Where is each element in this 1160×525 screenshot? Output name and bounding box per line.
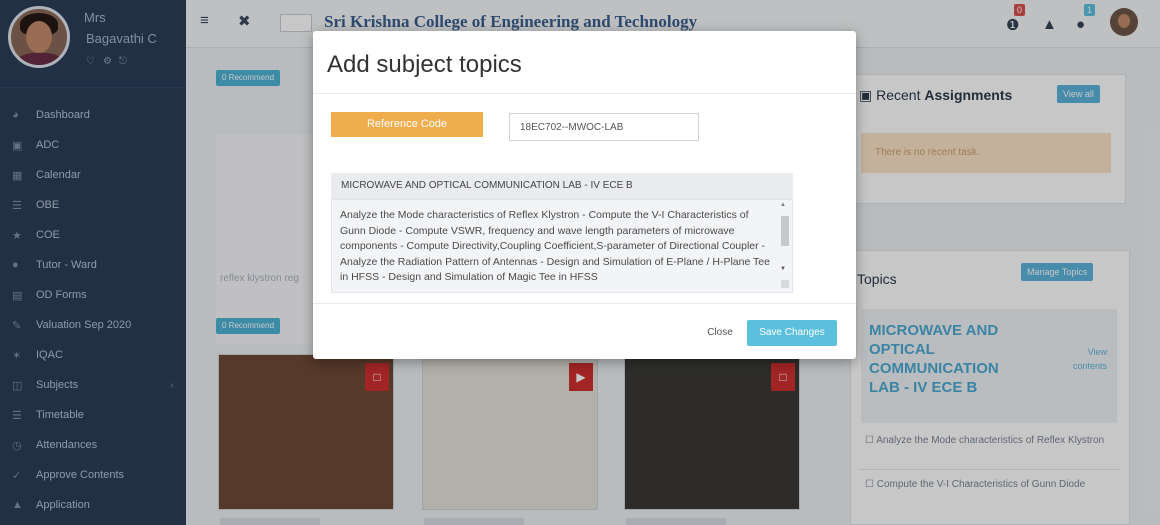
topics-textarea[interactable]: Analyze the Mode characteristics of Refl… <box>331 199 793 293</box>
reference-code-input[interactable] <box>509 113 699 141</box>
reference-code-label: Reference Code <box>331 112 483 137</box>
modal-title: Add subject topics <box>327 51 522 78</box>
topics-text: Analyze the Mode characteristics of Refl… <box>340 209 770 283</box>
scroll-down-icon[interactable]: ▼ <box>780 266 786 272</box>
textarea-scrollbar[interactable]: ▲ ▼ <box>778 202 790 290</box>
close-button[interactable]: Close <box>699 321 741 345</box>
scrollbar-corner <box>781 280 789 288</box>
modal-footer-divider <box>313 303 856 304</box>
scroll-up-icon[interactable]: ▲ <box>780 202 786 208</box>
subject-name-bar: MICROWAVE AND OPTICAL COMMUNICATION LAB … <box>331 173 793 199</box>
modal-header-divider <box>313 93 856 94</box>
scrollbar-thumb[interactable] <box>781 216 789 246</box>
save-changes-button[interactable]: Save Changes <box>747 320 837 346</box>
add-subject-topics-modal: Add subject topics Reference Code MICROW… <box>313 31 856 359</box>
